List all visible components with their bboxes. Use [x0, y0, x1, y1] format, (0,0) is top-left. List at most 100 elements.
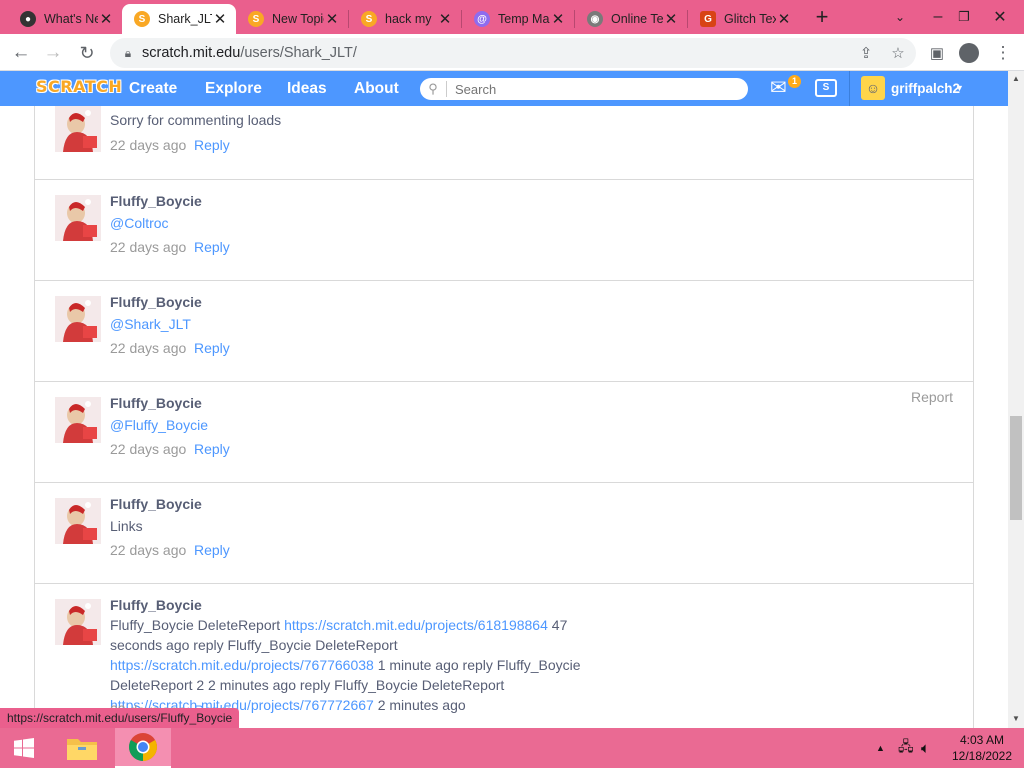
forward-button[interactable]: → — [38, 38, 68, 68]
comment-author[interactable]: Fluffy_Boycie — [110, 294, 202, 310]
comment-mention[interactable]: @Shark_JLT — [110, 314, 590, 334]
commenter-avatar[interactable] — [55, 397, 101, 443]
comment-author[interactable]: Fluffy_Boycie — [110, 395, 202, 411]
glitch-icon: G — [700, 11, 716, 27]
comment-time: 22 days ago — [110, 340, 187, 356]
commenter-avatar[interactable] — [55, 106, 101, 152]
tab-glitch-text[interactable]: G Glitch Text ✕ — [688, 4, 800, 34]
windows-taskbar: ▲ 🖧︎ 🔈︎ 4:03 AM 12/18/2022 — [0, 728, 1024, 768]
tab-new-topic[interactable]: S New Topic ✕ — [236, 4, 348, 34]
github-icon: ● — [20, 11, 36, 27]
share-icon[interactable]: ⇪ — [854, 41, 878, 65]
comment-item: Fluffy_Boycie Fluffy_Boycie DeleteReport… — [35, 584, 973, 728]
back-button[interactable]: ← — [6, 38, 36, 68]
commenter-avatar[interactable] — [55, 195, 101, 241]
clock-date: 12/18/2022 — [951, 749, 1013, 763]
url-path: /users/Shark_JLT/ — [240, 45, 357, 61]
user-avatar[interactable]: ☺ — [861, 76, 885, 100]
close-tab-icon[interactable]: ✕ — [550, 10, 566, 28]
scrollbar-thumb[interactable] — [1010, 416, 1022, 520]
taskbar-clock[interactable]: 4:03 AM 12/18/2022 — [940, 732, 1024, 764]
account-caret-icon[interactable]: ▼ — [955, 71, 964, 106]
comment-mention[interactable]: @Coltroc — [110, 213, 590, 233]
chrome-taskbar-icon[interactable] — [115, 728, 171, 768]
nav-explore[interactable]: Explore — [205, 71, 262, 106]
comment-text-segment: 2 minutes ago — [373, 697, 466, 713]
reply-link[interactable]: Reply — [194, 239, 230, 255]
close-tab-icon[interactable]: ✕ — [437, 10, 453, 28]
comment-time: 22 days ago — [110, 137, 187, 153]
close-tab-icon[interactable]: ✕ — [324, 10, 340, 28]
nav-about[interactable]: About — [354, 71, 399, 106]
comment-item: Fluffy_Boycie Report @Fluffy_Boycie 22 d… — [35, 382, 973, 483]
tab-search-chevron-icon[interactable]: ⌄ — [880, 0, 920, 34]
commenter-avatar[interactable] — [55, 498, 101, 544]
page-scrollbar[interactable] — [1008, 71, 1024, 728]
comment-time: 22 days ago — [110, 441, 187, 457]
project-link[interactable]: https://scratch.mit.edu/projects/6181988… — [284, 617, 548, 633]
scratch-icon: S — [361, 11, 377, 27]
close-tab-icon[interactable]: ✕ — [663, 10, 679, 28]
reply-link[interactable]: Reply — [194, 542, 230, 558]
close-window-button[interactable]: ✕ — [980, 0, 1020, 34]
comment-text: Sorry for commenting loads — [110, 112, 282, 128]
comment-author[interactable]: Fluffy_Boycie — [110, 597, 202, 613]
comment-author[interactable]: Fluffy_Boycie — [110, 496, 202, 512]
comment-item: Fluffy_Boycie @Coltroc 22 days ago Reply — [35, 180, 973, 281]
new-tab-button[interactable]: + — [802, 0, 842, 34]
volume-icon[interactable]: 🔈︎ — [921, 728, 930, 768]
comments-section: Sorry for commenting loads 22 days ago R… — [34, 106, 974, 728]
address-bar-row: ← → ↻ 🔒︎ scratch.mit.edu/users/Shark_JLT… — [0, 34, 1024, 71]
close-tab-icon[interactable]: ✕ — [212, 10, 228, 28]
network-icon[interactable]: 🖧︎ — [898, 728, 914, 768]
reply-link[interactable]: Reply — [194, 340, 230, 356]
my-stuff-folder-icon[interactable]: S — [815, 79, 837, 97]
link-status-bubble: https://scratch.mit.edu/users/Fluffy_Boy… — [0, 708, 240, 728]
browser-tab-strip: ● What's New ✕ S Shark_JLT ✕ S New Topic… — [0, 0, 1024, 34]
file-explorer-icon[interactable] — [54, 728, 110, 768]
nav-create[interactable]: Create — [129, 71, 177, 106]
comment-author[interactable]: Fluffy_Boycie — [110, 193, 202, 209]
commenter-avatar[interactable] — [55, 296, 101, 342]
nav-ideas[interactable]: Ideas — [287, 71, 327, 106]
commenter-avatar[interactable] — [55, 599, 101, 645]
project-link[interactable]: https://scratch.mit.edu/projects/7677660… — [110, 657, 374, 673]
scroll-up-arrow-icon[interactable]: ▲ — [1008, 72, 1024, 86]
side-panel-icon[interactable]: ▣ — [922, 38, 952, 68]
tab-title: New Topic — [272, 12, 324, 26]
tab-temp-mail[interactable]: @ Temp Mail ✕ — [462, 4, 574, 34]
reply-link[interactable]: Reply — [194, 137, 230, 153]
tab-title: Glitch Text — [724, 12, 776, 26]
scratch-logo[interactable]: SCRATCH — [36, 77, 122, 96]
account-username[interactable]: griffpalch2 — [891, 71, 960, 106]
show-hidden-icons-icon[interactable]: ▲ — [876, 728, 885, 768]
comment-mention[interactable]: @Fluffy_Boycie — [110, 415, 590, 435]
url-domain: scratch.mit.edu — [142, 45, 241, 61]
scroll-down-arrow-icon[interactable]: ▼ — [1008, 712, 1024, 726]
tab-shark-jlt[interactable]: S Shark_JLT ✕ — [122, 4, 236, 34]
menu-kebab-icon[interactable]: ⋮ — [988, 38, 1018, 68]
search-input[interactable] — [453, 80, 737, 98]
report-button[interactable]: Report — [911, 389, 953, 405]
restore-button[interactable]: ❐ — [944, 0, 984, 34]
reply-link[interactable]: Reply — [194, 441, 230, 457]
close-tab-icon[interactable]: ✕ — [98, 10, 114, 28]
profile-icon[interactable] — [954, 38, 984, 68]
bookmark-star-icon[interactable]: ☆ — [886, 41, 910, 65]
windows-start-icon[interactable] — [0, 728, 48, 768]
message-count-badge: 1 — [788, 75, 801, 88]
tab-title: Online Test — [611, 12, 663, 26]
comment-text: Fluffy_Boycie DeleteReport https://scrat… — [110, 615, 590, 715]
close-tab-icon[interactable]: ✕ — [776, 10, 792, 28]
reload-button[interactable]: ↻ — [72, 38, 102, 68]
tab-hack-my[interactable]: S hack my ✕ — [349, 4, 461, 34]
tab-title: Temp Mail — [498, 12, 550, 26]
comment-item: Fluffy_Boycie Links 22 days ago Reply — [35, 483, 973, 584]
tab-whats-new[interactable]: ● What's New ✕ — [8, 4, 122, 34]
lock-icon[interactable]: 🔒︎ — [120, 46, 136, 61]
url-bar[interactable]: 🔒︎ scratch.mit.edu/users/Shark_JLT/ ⇪ ☆ — [110, 38, 916, 68]
search-box: ⚲ — [420, 78, 748, 100]
tempmail-icon: @ — [474, 11, 490, 27]
comment-time: 22 days ago — [110, 542, 187, 558]
tab-online-test[interactable]: ◉ Online Test ✕ — [575, 4, 687, 34]
